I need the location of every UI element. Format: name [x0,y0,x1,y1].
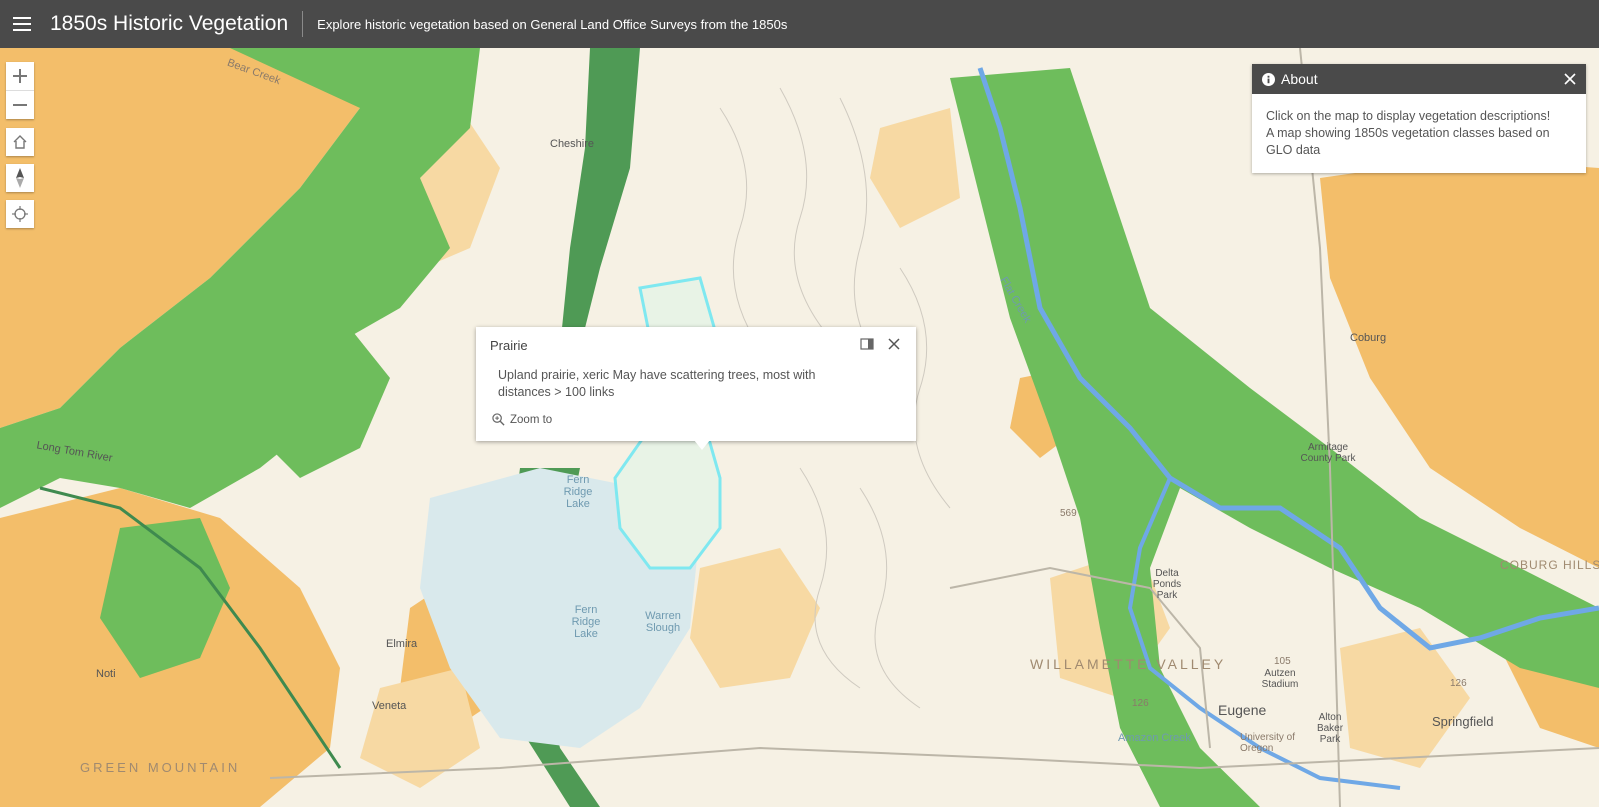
minus-icon [13,104,27,106]
popup-zoom-to-action[interactable]: Zoom to [492,413,552,426]
feature-popup: Prairie Upland prairie, xeric May have s… [476,327,916,450]
plus-icon [13,69,27,83]
zoom-controls [6,62,34,119]
label-route-126-west: 126 [1132,698,1149,709]
app-subtitle: Explore historic vegetation based on Gen… [317,16,788,32]
hamburger-icon [13,17,31,31]
about-header: About [1252,64,1586,94]
zoom-in-button[interactable] [6,62,34,90]
locate-icon [12,206,28,222]
popup-pointer [694,440,710,450]
about-body: Click on the map to display vegetation d… [1252,94,1586,173]
label-alton-baker-park: Alton Baker Park [1316,712,1344,745]
label-armitage-county-park: Armitage County Park [1300,442,1356,464]
home-icon [13,135,27,149]
label-elmira: Elmira [386,638,418,650]
compass-button[interactable] [6,164,34,192]
label-willamette-valley: WILLAMETTE VALLEY [1030,656,1227,672]
label-eugene: Eugene [1218,702,1267,718]
close-icon [888,338,900,350]
label-coburg-hills: COBURG HILLS [1500,558,1599,572]
label-fern-ridge-lake-north: Fern Ridge Lake [563,474,593,510]
compass-icon [16,168,24,188]
label-route-569: 569 [1060,508,1077,519]
popup-content: Upland prairie, xeric May have scatterin… [498,368,816,399]
locate-control [6,200,34,228]
popup-title: Prairie [490,338,528,353]
label-route-126-east: 126 [1450,678,1467,689]
popup-dock-button[interactable] [860,337,874,355]
dock-icon [860,338,874,350]
compass-control [6,164,34,192]
about-panel: About Click on the map to display vegeta… [1252,64,1586,173]
close-icon [1564,73,1576,85]
label-noti: Noti [96,668,116,680]
about-text-line1: Click on the map to display vegetation d… [1266,109,1551,123]
label-amazon-creek: Amazon Creek [1118,732,1191,744]
label-warren-slough: Warren Slough [645,610,681,634]
map-view[interactable]: Bear Creek Cheshire Long Tom River Fern … [0,48,1599,807]
about-close-button[interactable] [1564,73,1576,85]
about-title: About [1281,71,1318,87]
about-text-line2: A map showing 1850s vegetation classes b… [1266,126,1550,157]
popup-close-button[interactable] [888,337,900,355]
popup-zoom-label: Zoom to [510,413,553,426]
label-springfield: Springfield [1432,714,1494,729]
locate-button[interactable] [6,200,34,228]
label-autzen-stadium: Autzen Stadium [1261,668,1299,690]
app-header: 1850s Historic Vegetation Explore histor… [0,0,1599,48]
label-fern-ridge-lake-south: Fern Ridge Lake [571,604,601,640]
home-button[interactable] [6,128,34,156]
magnifier-plus-icon [492,413,505,426]
home-control [6,128,34,156]
label-university-of-oregon: University of Oregon [1240,732,1296,754]
menu-button[interactable] [2,0,42,48]
label-route-105: 105 [1274,656,1291,667]
zoom-out-button[interactable] [6,90,34,119]
app-title: 1850s Historic Vegetation [50,11,304,37]
label-cheshire: Cheshire [550,138,595,150]
label-veneta: Veneta [372,700,407,712]
label-green-mountain: GREEN MOUNTAIN [80,760,241,775]
label-delta-ponds-park: Delta Ponds Park [1152,568,1182,601]
info-icon [1262,72,1275,86]
label-coburg: Coburg [1350,332,1387,344]
